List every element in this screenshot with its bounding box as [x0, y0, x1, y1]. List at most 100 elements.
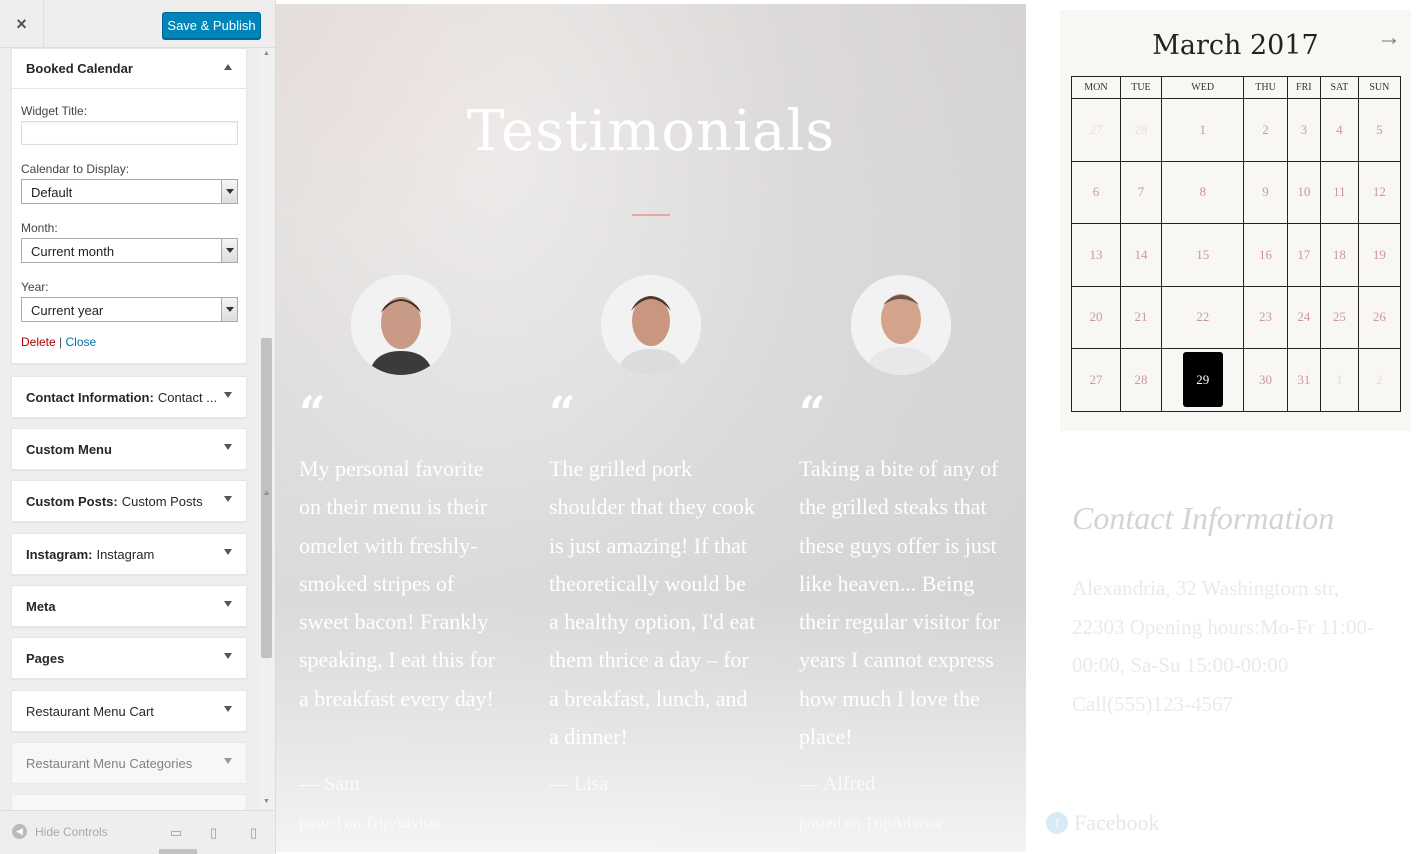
calendar-day[interactable]: 4: [1319, 98, 1359, 162]
calendar-day[interactable]: 19: [1357, 223, 1402, 287]
calendar-day: 2: [1357, 348, 1402, 412]
calendar-day[interactable]: 7: [1119, 160, 1163, 224]
expand-arrow-icon[interactable]: [224, 706, 232, 712]
collapse-arrow-icon[interactable]: [224, 64, 232, 70]
calendar-day[interactable]: 15: [1160, 223, 1245, 287]
weekday-label: FRI: [1286, 76, 1321, 99]
weekday-label: MON: [1071, 76, 1121, 99]
scroll-down-icon[interactable]: ▼: [259, 796, 274, 808]
widget-partial[interactable]: [11, 794, 247, 810]
calendar-day[interactable]: 3: [1286, 98, 1321, 162]
month-select[interactable]: Current month: [21, 238, 238, 263]
testimonial-source[interactable]: posted on TripAdvisor: [299, 815, 443, 833]
calendar-day[interactable]: 12: [1357, 160, 1402, 224]
calendar-day[interactable]: 25: [1319, 285, 1359, 349]
calendar-day[interactable]: 30: [1243, 348, 1288, 412]
delete-link[interactable]: Delete: [21, 335, 56, 349]
calendar-day[interactable]: 16: [1243, 223, 1288, 287]
calendar-day[interactable]: 17: [1286, 223, 1321, 287]
expand-arrow-icon[interactable]: [224, 444, 232, 450]
calendar-day[interactable]: 28: [1119, 348, 1163, 412]
expand-arrow-icon[interactable]: [224, 496, 232, 502]
expand-arrow-icon[interactable]: [224, 758, 232, 764]
widget-restaurant-menu-categories[interactable]: Restaurant Menu Categories: [11, 742, 247, 784]
widget-subtitle: Instagram: [96, 546, 155, 562]
widget-list[interactable]: Booked Calendar Widget Title: Calendar t…: [0, 48, 275, 810]
testimonial-author: — Sam: [299, 773, 360, 795]
save-publish-button[interactable]: Save & Publish: [162, 12, 261, 39]
calendar-day[interactable]: 9: [1243, 160, 1288, 224]
calendar-day: 28: [1119, 98, 1163, 162]
calendar-day[interactable]: 8: [1160, 160, 1245, 224]
calendar-day[interactable]: 22: [1160, 285, 1245, 349]
scroll-thumb[interactable]: ≡: [261, 338, 272, 658]
hide-controls-button[interactable]: ◀ Hide Controls: [12, 824, 108, 839]
dropdown-arrow-icon[interactable]: [221, 298, 237, 321]
expand-arrow-icon[interactable]: [224, 601, 232, 607]
year-select[interactable]: Current year: [21, 297, 238, 322]
calendar-day[interactable]: 23: [1243, 285, 1288, 349]
calendar-day[interactable]: 5: [1357, 98, 1402, 162]
widget-title-text: Booked Calendar: [26, 61, 133, 76]
calendar-day[interactable]: 27: [1071, 348, 1121, 412]
weekday-label: SUN: [1357, 76, 1402, 99]
contact-text: Alexandria, 32 Washingtorn str, 22303 Op…: [1072, 576, 1374, 716]
calendar-day[interactable]: 13: [1071, 223, 1121, 287]
calendar-month-title: March 2017: [1152, 30, 1319, 61]
widget-custom-posts[interactable]: Custom Posts: Custom Posts: [11, 480, 247, 522]
booked-calendar-widget-header[interactable]: Booked Calendar: [12, 49, 246, 89]
calendar-day[interactable]: 6: [1071, 160, 1121, 224]
calendar-day-today[interactable]: 29: [1160, 348, 1245, 412]
widget-meta[interactable]: Meta: [11, 585, 247, 627]
widget-title-input[interactable]: [21, 121, 238, 145]
next-month-icon[interactable]: →: [1377, 24, 1401, 52]
calendar-day[interactable]: 24: [1286, 285, 1321, 349]
customizer-sidebar: × Save & Publish Booked Calendar Widget …: [0, 0, 276, 854]
expand-arrow-icon[interactable]: [224, 549, 232, 555]
calendar-day[interactable]: 31: [1286, 348, 1321, 412]
close-icon[interactable]: ×: [0, 0, 44, 48]
widget-custom-menu[interactable]: Custom Menu: [11, 428, 247, 470]
calendar-day[interactable]: 20: [1071, 285, 1121, 349]
expand-arrow-icon[interactable]: [224, 653, 232, 659]
calendar-day[interactable]: 2: [1243, 98, 1288, 162]
widget-name: Pages: [26, 650, 65, 666]
testimonial-source[interactable]: posted on TripAdvisor: [799, 815, 943, 833]
widget-pages[interactable]: Pages: [11, 637, 247, 679]
close-link[interactable]: Close: [65, 335, 96, 349]
weekday-label: TUE: [1119, 76, 1163, 99]
customizer-header: × Save & Publish: [0, 0, 275, 48]
calendar-display-select[interactable]: Default: [21, 179, 238, 204]
expand-arrow-icon[interactable]: [224, 392, 232, 398]
facebook-link[interactable]: f Facebook: [1046, 810, 1160, 836]
tablet-preview-icon[interactable]: ▯: [210, 825, 217, 841]
year-label: Year:: [21, 280, 49, 294]
calendar-day[interactable]: 1: [1160, 98, 1245, 162]
dropdown-arrow-icon[interactable]: [221, 239, 237, 262]
widget-contact-information[interactable]: Contact Information: Contact ...: [11, 376, 247, 418]
quote-icon: “: [299, 386, 326, 440]
testimonial-text: The grilled pork shoulder that they cook…: [549, 456, 756, 750]
calendar-day[interactable]: 26: [1357, 285, 1402, 349]
weekday-label: SAT: [1319, 76, 1359, 99]
month-label: Month:: [21, 221, 58, 235]
testimonial-author: — Lisa: [549, 773, 609, 795]
calendar-day: 1: [1319, 348, 1359, 412]
desktop-preview-icon[interactable]: ▭: [170, 825, 182, 841]
calendar-day[interactable]: 18: [1319, 223, 1359, 287]
dropdown-arrow-icon[interactable]: [221, 180, 237, 203]
calendar-day[interactable]: 14: [1119, 223, 1163, 287]
avatar: [851, 275, 951, 375]
scroll-up-icon[interactable]: ▲: [259, 48, 274, 60]
mobile-preview-icon[interactable]: ▯: [250, 825, 257, 841]
widget-restaurant-menu-cart[interactable]: Restaurant Menu Cart: [11, 690, 247, 732]
weekday-label: WED: [1160, 76, 1245, 99]
widget-instagram[interactable]: Instagram: Instagram: [11, 533, 247, 575]
sidebar-scrollbar[interactable]: ▲ ≡ ▼: [259, 48, 274, 810]
weekday-label: THU: [1243, 76, 1288, 99]
calendar-week-row: 27 28 1 2 3 4 5: [1071, 98, 1402, 162]
calendar-day[interactable]: 11: [1319, 160, 1359, 224]
calendar-day[interactable]: 21: [1119, 285, 1163, 349]
calendar-day[interactable]: 10: [1286, 160, 1321, 224]
active-device-indicator: [159, 849, 197, 854]
